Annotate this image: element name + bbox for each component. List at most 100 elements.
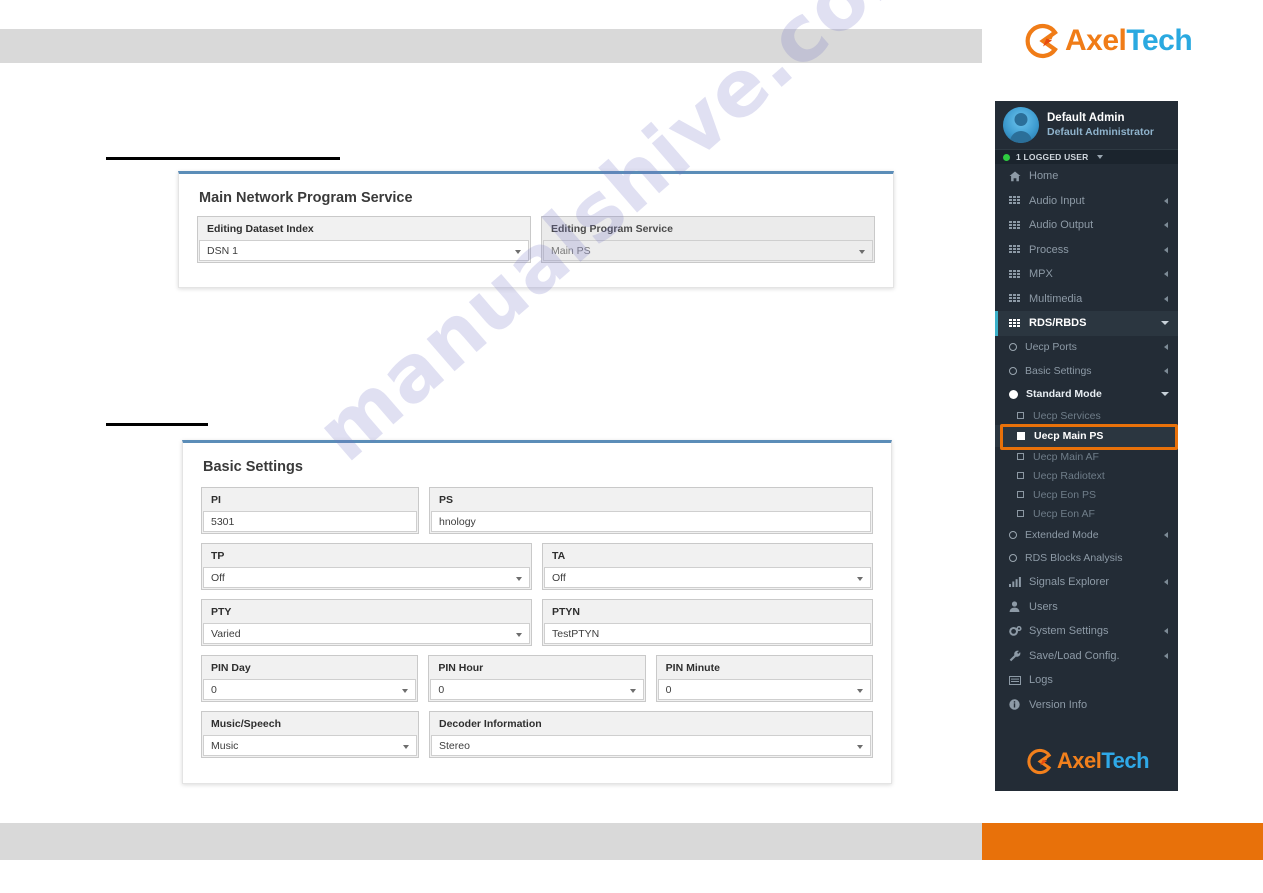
chevron-left-icon [1164,222,1168,229]
sidebar-item-label: Basic Settings [1025,364,1092,377]
sidebar-item-version-info[interactable]: Version Info [995,693,1178,718]
sidebar-item-label: Multimedia [1029,292,1083,305]
sidebar-item-standard-mode[interactable]: Standard Mode [995,383,1178,407]
sidebar-item-process[interactable]: Process [995,238,1178,263]
ta-select[interactable]: Off [544,567,871,588]
select-value: 0 [211,683,217,696]
sidebar-item-uecp-main-af[interactable]: Uecp Main AF [995,447,1178,466]
logged-user-text: 1 LOGGED USER [1016,152,1089,162]
sidebar-item-uecp-radiotext[interactable]: Uecp Radiotext [995,466,1178,485]
pin-hour-select[interactable]: 0 [430,679,644,700]
field-decoder-information: Decoder Information Stereo [429,711,873,758]
chevron-down-icon [1161,321,1169,326]
radio-outline-icon [1009,343,1017,352]
user-role: Default Administrator [1047,125,1154,138]
sidebar-item-home[interactable]: Home [995,164,1178,189]
sidebar-item-label: RDS Blocks Analysis [1025,552,1123,565]
sidebar-item-uecp-ports[interactable]: Uecp Ports [995,336,1178,360]
sidebar-item-uecp-services[interactable]: Uecp Services [995,406,1178,425]
select-value: Varied [211,627,241,640]
field-editing-program-service: Editing Program Service Main PS [541,216,875,263]
chevron-left-icon [1164,197,1168,204]
sidebar-item-save-load-config[interactable]: Save/Load Config. [995,644,1178,669]
sidebar-item-label: Uecp Main PS [1034,430,1104,442]
field-ta: TA Off [542,543,873,590]
sidebar-item-logs[interactable]: Logs [995,668,1178,693]
radio-outline-icon [1009,366,1017,375]
sidebar-item-label: Audio Input [1029,194,1085,207]
logged-user-status[interactable]: 1 LOGGED USER [995,149,1178,164]
brand-name-part1: Axel [1065,24,1127,57]
sidebar-item-audio-input[interactable]: Audio Input [995,189,1178,214]
grid-icon [1009,196,1023,205]
field-label: TA [543,544,872,567]
pin-minute-select[interactable]: 0 [657,679,871,700]
radio-filled-icon [1009,389,1018,399]
axeltech-logo-icon [1021,20,1063,62]
chevron-left-icon [1164,344,1168,351]
sidebar-user-block[interactable]: Default Admin Default Administrator [995,101,1178,149]
sidebar-item-label: Extended Mode [1025,528,1099,541]
brand-logo-header: AxelTech [1021,20,1193,62]
select-value: Music [211,739,239,752]
sidebar-item-users[interactable]: Users [995,595,1178,620]
field-row: Editing Dataset Index DSN 1 Editing Prog… [197,216,875,263]
pi-input[interactable]: 5301 [203,511,417,532]
ps-input[interactable]: hnology [431,511,871,532]
sidebar-item-audio-output[interactable]: Audio Output [995,213,1178,238]
sidebar-item-uecp-eon-ps[interactable]: Uecp Eon PS [995,485,1178,504]
sidebar-item-mpx[interactable]: MPX [995,262,1178,287]
sidebar-item-signals-explorer[interactable]: Signals Explorer [995,570,1178,595]
checkbox-outline-icon [1017,510,1024,517]
field-row-pi-ps: PI 5301 PS hnology [201,487,873,534]
app-sidebar: Default Admin Default Administrator 1 LO… [995,101,1178,791]
home-icon [1009,171,1023,182]
sidebar-item-label: Logs [1029,674,1053,687]
sidebar-item-system-settings[interactable]: System Settings [995,619,1178,644]
field-editing-dataset-index: Editing Dataset Index DSN 1 [197,216,531,263]
music-speech-select[interactable]: Music [203,735,417,756]
sidebar-item-label: MPX [1029,268,1053,281]
sidebar-item-label: Home [1029,170,1059,183]
sidebar-item-label: System Settings [1029,625,1109,638]
sidebar-item-label: Uecp Eon PS [1033,488,1097,501]
checkbox-filled-icon [1017,432,1025,440]
field-pin-day: PIN Day 0 [201,655,419,702]
sidebar-item-label: Version Info [1029,698,1088,711]
grid-icon [1009,294,1023,303]
checkbox-outline-icon [1017,472,1024,479]
ptyn-input[interactable]: TestPTYN [544,623,871,644]
pin-day-select[interactable]: 0 [203,679,417,700]
document-header-band [0,29,982,63]
sidebar-item-multimedia[interactable]: Multimedia [995,287,1178,312]
pty-select[interactable]: Varied [203,623,530,644]
sidebar-item-uecp-main-ps[interactable]: Uecp Main PS [995,425,1178,447]
sidebar-item-label: Uecp Eon AF [1033,507,1095,520]
gears-icon [1009,625,1023,637]
tp-select[interactable]: Off [203,567,530,588]
chevron-left-icon [1164,628,1168,635]
select-value: Off [211,571,225,584]
sidebar-item-basic-settings[interactable]: Basic Settings [995,359,1178,383]
sidebar-item-rds-blocks-analysis[interactable]: RDS Blocks Analysis [995,547,1178,571]
checkbox-outline-icon [1017,453,1024,460]
sidebar-brand-logo: AxelTech [995,731,1178,791]
page-root: AxelTech Main Network Program Service Ed… [0,0,1263,893]
bar-chart-icon [1009,577,1023,588]
sidebar-item-rds-rbds[interactable]: RDS/RBDS [995,311,1178,336]
decoder-information-select[interactable]: Stereo [431,735,871,756]
sidebar-item-extended-mode[interactable]: Extended Mode [995,523,1178,547]
chevron-left-icon [1164,367,1168,374]
chevron-down-icon [1161,392,1169,397]
sidebar-item-label: Audio Output [1029,219,1094,232]
wrench-icon [1009,650,1023,662]
editing-program-service-select[interactable]: Main PS [543,240,873,261]
sidebar-item-uecp-eon-af[interactable]: Uecp Eon AF [995,504,1178,523]
document-footer-band [0,823,982,860]
chevron-left-icon [1164,579,1168,586]
radio-outline-icon [1009,554,1017,563]
field-row-music-decoder: Music/Speech Music Decoder Information S… [201,711,873,758]
section-divider-middle [106,423,208,426]
field-row-pty-ptyn: PTY Varied PTYN TestPTYN [201,599,873,646]
editing-dataset-index-select[interactable]: DSN 1 [199,240,529,261]
